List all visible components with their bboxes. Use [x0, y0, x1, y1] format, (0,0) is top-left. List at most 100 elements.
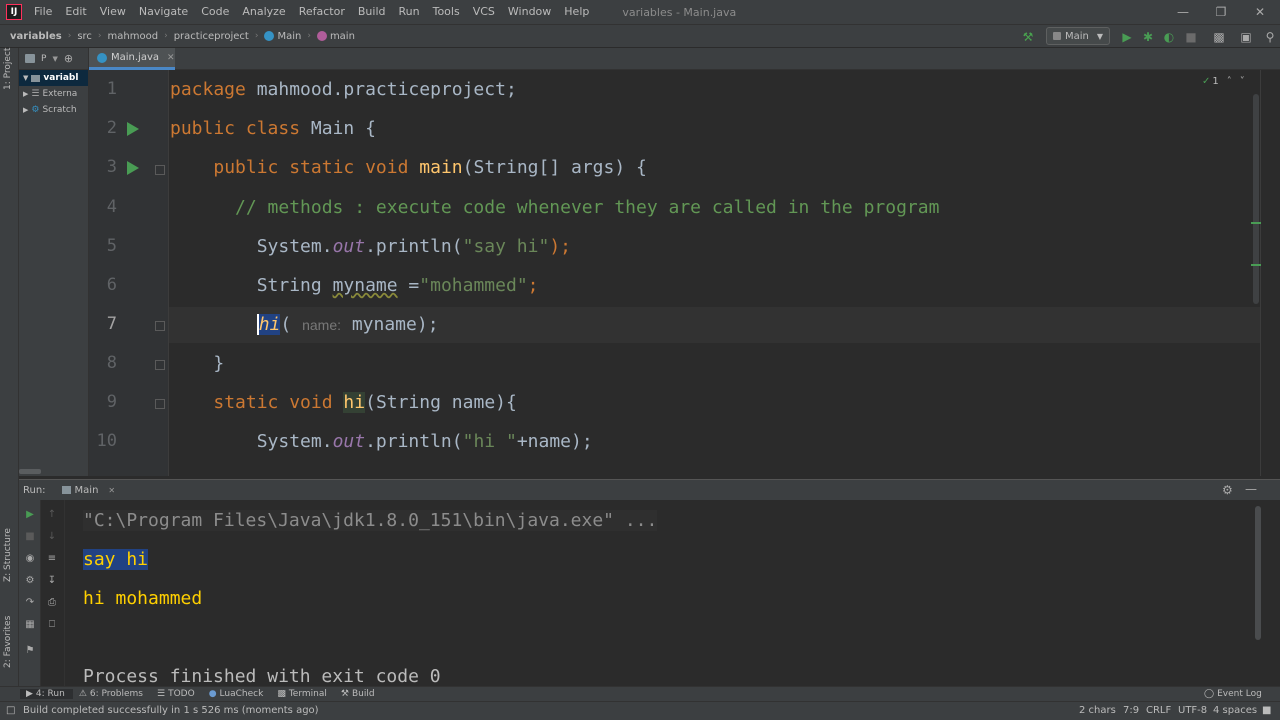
code-line-7: hi( name: myname); — [170, 314, 439, 335]
project-tool-tab[interactable]: 1: Project — [3, 48, 13, 90]
chevron-down-icon[interactable]: ˅ — [1240, 76, 1245, 87]
tree-item-label: Scratch — [42, 105, 77, 115]
pin-icon[interactable]: ⚑ — [24, 644, 36, 656]
settings-gear-icon[interactable]: ⚙ — [24, 574, 36, 586]
menu-navigate[interactable]: Navigate — [133, 0, 195, 24]
hide-panel-icon[interactable]: — — [1245, 482, 1257, 496]
menu-edit[interactable]: Edit — [59, 0, 93, 24]
menu-build[interactable]: Build — [352, 0, 393, 24]
fold-marker-icon[interactable] — [155, 360, 165, 370]
status-encoding[interactable]: UTF-8 — [1178, 705, 1207, 716]
soft-wrap-icon[interactable]: ≡ — [46, 552, 58, 564]
code-text: System. — [170, 431, 333, 452]
project-panel: P ▼ ⊕ ▼ variabl ▶ ☰ Externa ▶ ⚙ Scratch — [19, 48, 89, 476]
breadcrumb-project[interactable]: variables — [0, 31, 66, 42]
tool-tab-luacheck[interactable]: ● LuaCheck — [203, 689, 272, 699]
print-icon[interactable]: ⎙ — [46, 596, 58, 608]
chevron-down-icon[interactable]: ▼ — [52, 55, 57, 63]
status-layout-icon[interactable]: □ — [6, 705, 15, 716]
fold-marker-icon[interactable] — [155, 165, 165, 175]
debug-icon[interactable]: ✱ — [1140, 29, 1156, 45]
menu-refactor[interactable]: Refactor — [293, 0, 352, 24]
close-icon[interactable]: ✕ — [1243, 0, 1277, 24]
close-icon[interactable]: ✕ — [108, 486, 115, 495]
breadcrumb-class-main[interactable]: Main — [260, 31, 305, 42]
menu-code[interactable]: Code — [195, 0, 236, 24]
menu-help[interactable]: Help — [558, 0, 596, 24]
menu-tools[interactable]: Tools — [427, 0, 467, 24]
run-config-icon — [61, 486, 71, 494]
structure-tool-tab[interactable]: Z: Structure — [3, 528, 13, 582]
status-caret-position[interactable]: 7:9 — [1123, 705, 1139, 716]
menu-view[interactable]: View — [94, 0, 133, 24]
tree-item-project[interactable]: ▼ variabl — [19, 70, 88, 86]
console-scrollbar[interactable] — [1255, 506, 1261, 640]
left-tool-strip: 1: Project Z: Structure 2: Favorites — [0, 48, 19, 688]
inspection-widget[interactable]: ✓ 1 ˄ ˅ — [1202, 76, 1245, 87]
fold-marker-icon[interactable] — [155, 399, 165, 409]
chevron-right-icon: ▶ — [23, 90, 29, 98]
code-line-1: package mahmood.practiceproject; — [170, 79, 517, 100]
layout-icon[interactable]: ▣ — [1238, 29, 1254, 45]
breadcrumb-package-mahmood[interactable]: mahmood — [104, 31, 163, 42]
search-icon[interactable]: ⚲ — [1262, 29, 1278, 45]
tab-main-java[interactable]: Main.java ✕ — [89, 48, 175, 70]
java-class-icon — [97, 52, 107, 63]
fold-marker-icon[interactable] — [155, 321, 165, 331]
code-text: ( — [280, 314, 303, 335]
settings-gear-icon[interactable]: ⚙ — [1222, 483, 1233, 497]
run-tab[interactable]: Main ✕ — [61, 485, 115, 496]
stop-icon[interactable]: ■ — [24, 530, 36, 542]
scroll-thumb[interactable] — [1253, 94, 1259, 304]
run-icon[interactable]: ▶ — [1119, 29, 1135, 45]
editor-scrollbar[interactable] — [1251, 70, 1280, 476]
code-text: = — [397, 275, 420, 296]
camera-icon[interactable]: ◉ — [24, 552, 36, 564]
status-indent[interactable]: 4 spaces — [1213, 705, 1257, 716]
rerun-icon[interactable]: ▶ — [24, 508, 36, 520]
tree-item-external-libraries[interactable]: ▶ ☰ Externa — [19, 86, 88, 102]
run-method-gutter-icon[interactable] — [127, 161, 139, 175]
code-editor[interactable]: 1 2 3 4 5 6 7 8 9 10 package mahmood.pra… — [89, 70, 1260, 476]
tool-tab-problems[interactable]: ⚠ 6: Problems — [73, 689, 151, 699]
arrow-up-icon[interactable]: ↑ — [46, 508, 58, 520]
status-line-separator[interactable]: CRLF — [1146, 705, 1171, 716]
horizontal-scrollbar[interactable] — [19, 469, 41, 474]
tool-tab-terminal[interactable]: ▩ Terminal — [271, 689, 335, 699]
coverage-icon[interactable]: ◐ — [1161, 29, 1177, 45]
arrow-down-icon[interactable]: ↓ — [46, 530, 58, 542]
scroll-to-end-icon[interactable]: ↧ — [46, 574, 58, 586]
trash-icon[interactable]: ⎕ — [46, 618, 58, 630]
login-icon[interactable]: ↷ — [24, 596, 36, 608]
menu-vcs[interactable]: VCS — [467, 0, 502, 24]
favorites-tool-tab[interactable]: 2: Favorites — [3, 616, 13, 668]
menu-window[interactable]: Window — [502, 0, 558, 24]
run-configuration-select[interactable]: Main ▼ — [1046, 27, 1110, 45]
code-text: ; — [527, 275, 539, 296]
stop-icon[interactable]: ■ — [1183, 29, 1199, 45]
run-class-gutter-icon[interactable] — [127, 122, 139, 136]
breadcrumb-src[interactable]: src — [73, 31, 96, 42]
build-hammer-icon[interactable]: ⚒ — [1020, 29, 1036, 45]
breadcrumb-package-practiceproject[interactable]: practiceproject — [170, 31, 253, 42]
close-icon[interactable]: ✕ — [167, 53, 175, 63]
restore-icon[interactable]: ❐ — [1204, 0, 1238, 24]
project-view-label[interactable]: P — [41, 54, 46, 64]
tool-tab-build[interactable]: ⚒ Build — [335, 689, 383, 699]
minimize-icon[interactable]: — — [1166, 0, 1200, 24]
editor-gutter: 1 2 3 4 5 6 7 8 9 10 — [89, 70, 169, 476]
tool-tab-todo[interactable]: ☰ TODO — [151, 689, 203, 699]
project-structure-icon[interactable]: ▩ — [1211, 29, 1227, 45]
menu-file[interactable]: File — [28, 0, 59, 24]
tree-item-scratches[interactable]: ▶ ⚙ Scratch — [19, 102, 88, 118]
lock-icon[interactable]: ■ — [1262, 705, 1271, 716]
layout-icon[interactable]: ▦ — [24, 618, 36, 630]
locate-icon[interactable]: ⊕ — [64, 52, 73, 65]
tool-tab-event-log[interactable]: ◯ Event Log — [1198, 689, 1270, 699]
breadcrumb-method-main[interactable]: main — [313, 31, 359, 42]
menu-run[interactable]: Run — [393, 0, 427, 24]
status-message[interactable]: Build completed successfully in 1 s 526 … — [23, 705, 319, 716]
menu-analyze[interactable]: Analyze — [236, 0, 292, 24]
tool-tab-run[interactable]: ▶ 4: Run — [20, 689, 73, 699]
chevron-up-icon[interactable]: ˄ — [1227, 76, 1232, 87]
